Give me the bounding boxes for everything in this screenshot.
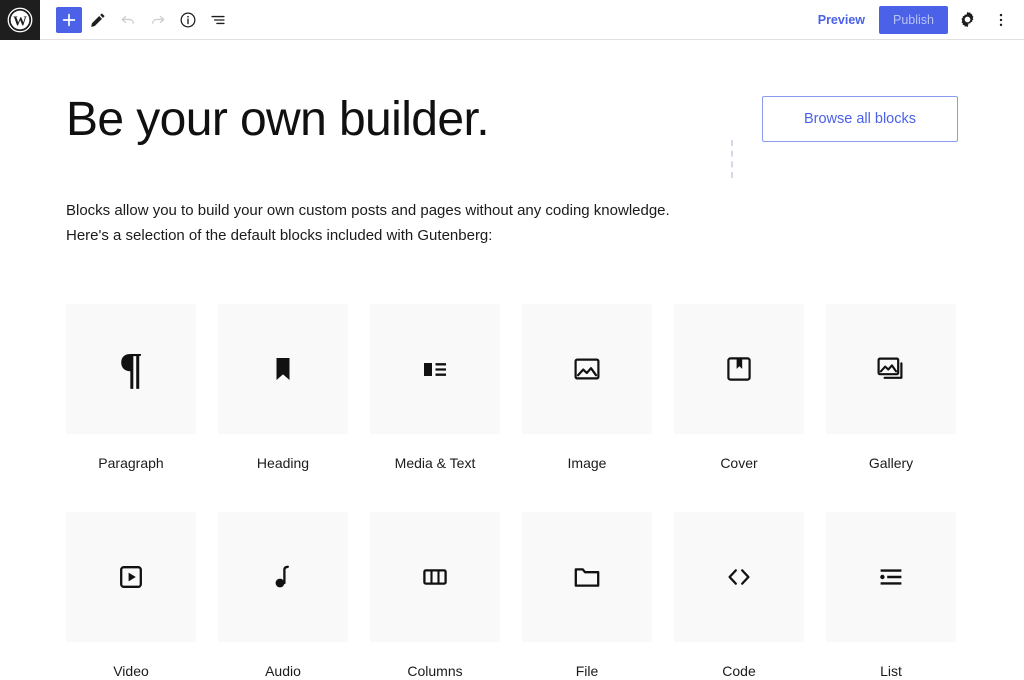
redo-arrow-icon [152,15,165,24]
toolbar-left-group [40,6,232,34]
block-label: Video [113,663,149,679]
block-tile[interactable] [370,304,500,434]
block-item-audio[interactable]: Audio [218,512,348,680]
redo-button[interactable] [144,6,172,34]
block-label: Audio [265,663,301,679]
gallery-icon [877,357,903,379]
hero-row: Be your own builder. Browse all blocks [66,92,958,178]
block-grid-row-1: ¶ Paragraph Heading Media & Text Image C… [66,304,958,472]
kebab-menu-icon [999,13,1003,26]
block-tile[interactable] [66,512,196,642]
media-and-text-icon [424,363,446,376]
editor-canvas: Be your own builder. Browse all blocks B… [0,40,1024,680]
preview-button[interactable]: Preview [808,7,875,33]
editor-toolbar: W Preview Publish [0,0,1024,40]
block-tile[interactable] [674,304,804,434]
block-item-code[interactable]: Code [674,512,804,680]
code-brackets-icon [728,569,750,585]
publish-button[interactable]: Publish [879,5,948,34]
block-tile[interactable] [826,512,956,642]
block-label: File [575,663,599,679]
block-item-paragraph[interactable]: ¶ Paragraph [66,304,196,472]
block-grid-row-2: Video Audio Columns File Code List [66,512,958,680]
block-label: List [880,663,902,679]
browse-all-blocks-wrapper: Browse all blocks [731,96,958,178]
block-tile[interactable]: ¶ [66,304,196,434]
block-tile[interactable] [522,304,652,434]
block-item-media-text[interactable]: Media & Text [370,304,500,472]
settings-button[interactable] [952,5,982,35]
intro-paragraph[interactable]: Blocks allow you to build your own custo… [66,156,958,248]
block-item-video[interactable]: Video [66,512,196,680]
details-button[interactable] [174,6,202,34]
block-item-list[interactable]: List [826,512,956,680]
list-view-button[interactable] [204,6,232,34]
svg-text:W: W [13,13,27,28]
intro-paragraph-line-2: Here's a selection of the default blocks… [66,227,493,244]
block-tile[interactable] [218,304,348,434]
gear-icon [961,11,973,28]
more-options-button[interactable] [986,5,1016,35]
block-label: Gallery [868,455,914,471]
block-label: Cover [720,455,758,471]
block-label: Heading [256,455,310,471]
block-tile[interactable] [826,304,956,434]
toolbar-right-group: Preview Publish [808,5,1024,35]
paragraph-pilcrow-icon: ¶ [119,344,143,393]
block-item-gallery[interactable]: Gallery [826,304,956,472]
browse-all-blocks-button[interactable]: Browse all blocks [762,96,958,142]
pencil-icon [91,12,105,27]
cover-icon [727,357,751,381]
block-item-file[interactable]: File [522,512,652,680]
block-tile[interactable] [218,512,348,642]
block-tile[interactable] [370,512,500,642]
video-play-icon [120,566,142,588]
edit-tool-button[interactable] [84,6,112,34]
block-item-image[interactable]: Image [522,304,652,472]
heading-bookmark-icon [276,358,290,380]
undo-button[interactable] [114,6,142,34]
columns-icon [423,569,447,585]
block-label: Media & Text [394,455,476,471]
list-view-icon [211,15,225,24]
intro-paragraph-line-1: Blocks allow you to build your own custo… [66,202,670,219]
block-label: Columns [407,663,463,679]
wordpress-logo: W [7,7,33,32]
post-content: Be your own builder. Browse all blocks B… [66,40,958,680]
wordpress-logo-button[interactable]: W [0,0,40,40]
block-tile[interactable] [674,512,804,642]
block-label: Image [567,455,607,471]
file-folder-icon [574,568,600,587]
add-block-button[interactable] [56,6,82,33]
block-insertion-indicator [731,140,735,178]
audio-note-icon [275,565,289,588]
block-item-cover[interactable]: Cover [674,304,804,472]
list-icon [880,569,902,585]
undo-arrow-icon [121,15,134,24]
block-item-heading[interactable]: Heading [218,304,348,472]
block-label: Paragraph [98,455,164,471]
block-label: Code [722,663,756,679]
block-item-columns[interactable]: Columns [370,512,500,680]
info-circle-icon [180,12,196,27]
block-tile[interactable] [522,512,652,642]
image-icon [574,358,600,380]
plus-icon [62,13,76,26]
